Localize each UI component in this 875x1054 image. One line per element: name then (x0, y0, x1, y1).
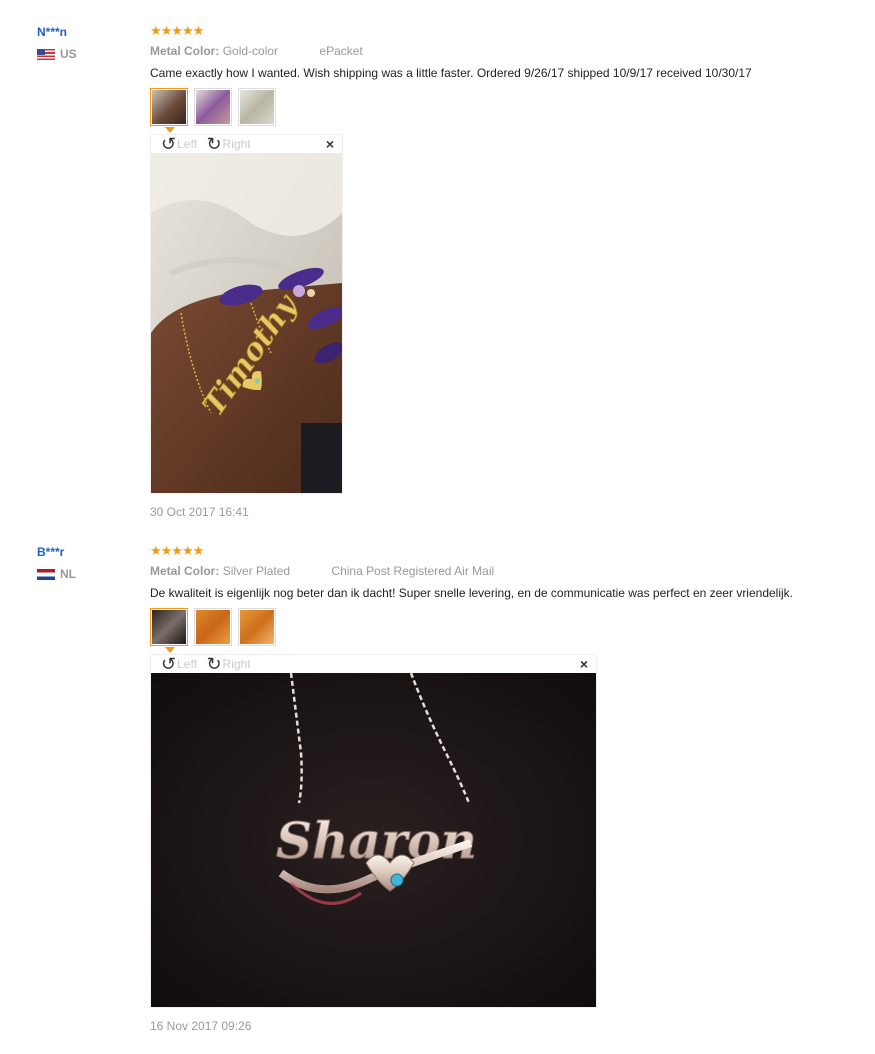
nl-flag-icon (37, 568, 55, 580)
rotate-right-label: Right (222, 137, 251, 151)
photo-thumbnail[interactable] (150, 608, 188, 653)
shipping-method: China Post Registered Air Mail (331, 564, 495, 578)
rotate-left-icon: ↺ (161, 134, 177, 154)
country-code: NL (60, 567, 76, 581)
review-comment: De kwaliteit is eigenlijk nog beter dan … (150, 586, 794, 600)
review-photo: Timothy (151, 153, 342, 493)
photo-viewer: ↺ Left ↻ Right × (150, 654, 597, 1008)
review-photo: Sharon (151, 673, 596, 1007)
us-flag-icon (37, 48, 55, 60)
photo-viewer: ↺ Left ↻ Right × (150, 134, 343, 494)
photo-thumbnail[interactable] (238, 608, 276, 646)
reviewer-country: US (37, 47, 137, 61)
close-icon[interactable]: × (580, 655, 588, 673)
reviewer-name: B***r (37, 545, 65, 559)
review-date: 16 Nov 2017 09:26 (150, 1019, 252, 1033)
rotate-right-label: Right (222, 657, 251, 671)
reviewer-info: N***n US (37, 24, 137, 61)
metal-color-label: Metal Color: (150, 564, 220, 578)
reviewer-name: N***n (37, 25, 68, 39)
star-rating: ★★★★★ (150, 543, 204, 558)
order-info: Metal Color: Gold-color ePacket (150, 43, 850, 59)
viewer-toolbar: ↺ Left ↻ Right × (151, 655, 596, 673)
rotate-right-icon: ↻ (206, 134, 222, 154)
metal-color-label: Metal Color: (150, 44, 220, 58)
close-icon[interactable]: × (326, 135, 334, 153)
rotate-left-button[interactable]: ↺ Left (161, 135, 197, 153)
rotate-left-button[interactable]: ↺ Left (161, 655, 197, 673)
rotate-right-icon: ↻ (206, 654, 222, 674)
rotate-left-icon: ↺ (161, 654, 177, 674)
reviewer-country: NL (37, 567, 137, 581)
review-body: ★★★★★ Metal Color: Silver Plated China P… (150, 544, 850, 1034)
photo-thumbnails (150, 608, 850, 653)
review-date: 30 Oct 2017 16:41 (150, 505, 249, 519)
photo-thumbnail[interactable] (150, 88, 188, 133)
photo-thumbnail[interactable] (194, 88, 232, 126)
country-code: US (60, 47, 77, 61)
metal-color-value: Silver Plated (222, 564, 291, 578)
review-body: ★★★★★ Metal Color: Gold-color ePacket Ca… (150, 24, 850, 520)
metal-color-value: Gold-color (222, 44, 279, 58)
rotate-right-button[interactable]: ↻ Right (206, 655, 250, 673)
photo-thumbnail[interactable] (238, 88, 276, 126)
rotate-left-label: Left (177, 137, 198, 151)
rotate-left-label: Left (177, 657, 198, 671)
review-comment: Came exactly how I wanted. Wish shipping… (150, 66, 752, 80)
selected-indicator (165, 127, 175, 133)
order-info: Metal Color: Silver Plated China Post Re… (150, 563, 850, 579)
photo-thumbnails (150, 88, 850, 133)
shipping-method: ePacket (319, 44, 363, 58)
selected-indicator (165, 647, 175, 653)
reviewer-info: B***r NL (37, 544, 137, 581)
rotate-right-button[interactable]: ↻ Right (206, 135, 250, 153)
photo-thumbnail[interactable] (194, 608, 232, 646)
viewer-toolbar: ↺ Left ↻ Right × (151, 135, 342, 153)
star-rating: ★★★★★ (150, 23, 204, 38)
